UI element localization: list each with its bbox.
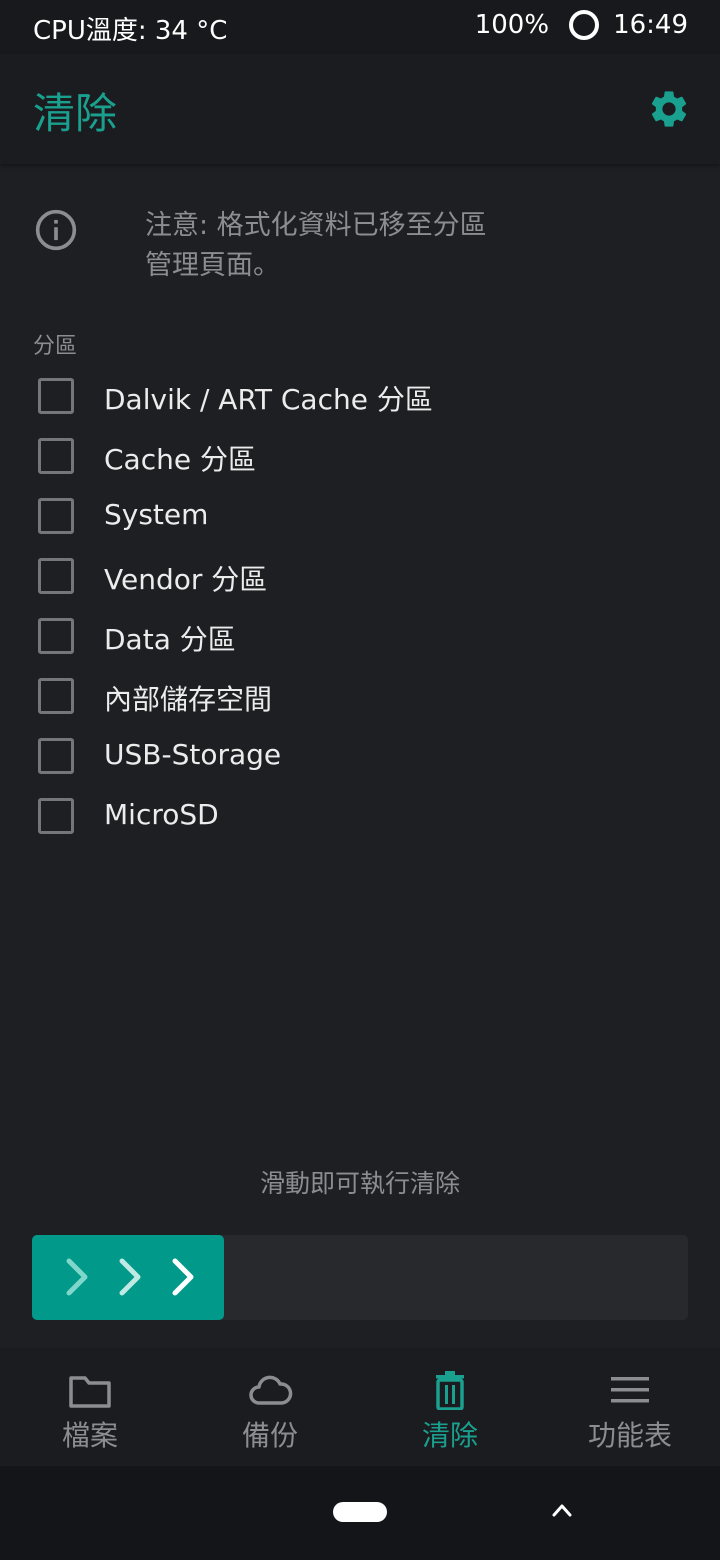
nav-label: 功能表: [587, 1419, 672, 1452]
nav-label: 清除: [421, 1419, 478, 1452]
partition-label: Dalvik / ART Cache 分區: [104, 383, 433, 416]
gear-icon: [651, 91, 687, 127]
status-ring-icon: [569, 10, 600, 40]
partition-item-vendor[interactable]: Vendor 分區: [0, 546, 720, 606]
chevron-right-icon: [119, 1258, 141, 1296]
notice: 注意: 格式化資料已移至分區管理頁面。: [0, 200, 720, 300]
checkbox[interactable]: [38, 558, 74, 594]
checkbox[interactable]: [38, 678, 74, 714]
info-icon: [35, 209, 77, 251]
folder-icon: [69, 1376, 111, 1408]
home-pill[interactable]: [333, 1502, 387, 1522]
nav-item-wipe[interactable]: 清除: [360, 1348, 540, 1466]
partition-item-data[interactable]: Data 分區: [0, 606, 720, 666]
checkbox[interactable]: [38, 738, 74, 774]
partition-list: Dalvik / ART Cache 分區 Cache 分區 System Ve…: [0, 366, 720, 846]
checkbox[interactable]: [38, 498, 74, 534]
partition-label: Vendor 分區: [104, 563, 268, 596]
partition-label: Cache 分區: [104, 443, 256, 476]
system-gesture-bar: [0, 1466, 720, 1560]
section-label: 分區: [33, 334, 78, 359]
swipe-hint: 滑動即可執行清除: [259, 1169, 460, 1198]
partition-item-system[interactable]: System: [0, 486, 720, 546]
nav-item-backup[interactable]: 備份: [180, 1348, 360, 1466]
status-bar: CPU溫度: 34 °C 100% 16:49: [0, 0, 720, 54]
screen: CPU溫度: 34 °C 100% 16:49 清除 注意: 格式化資料已移至分…: [0, 0, 720, 1560]
trash-icon: [436, 1371, 464, 1410]
status-right: 100% 16:49: [475, 10, 688, 40]
partition-label: 內部儲存空間: [104, 683, 273, 716]
bottom-nav: 檔案 備份 清除 功能表: [0, 1348, 720, 1466]
partition-label: Data 分區: [104, 623, 236, 656]
clock: 16:49: [613, 10, 688, 40]
swipe-handle[interactable]: [32, 1235, 224, 1320]
app-bar: 清除: [0, 54, 720, 164]
partition-label: MicroSD: [104, 798, 219, 831]
settings-button[interactable]: [644, 84, 694, 134]
partition-item-dalvik[interactable]: Dalvik / ART Cache 分區: [0, 366, 720, 426]
partition-item-microsd[interactable]: MicroSD: [0, 786, 720, 846]
checkbox[interactable]: [38, 798, 74, 834]
checkbox[interactable]: [38, 378, 74, 414]
partition-label: USB-Storage: [104, 738, 282, 771]
partition-item-internal-storage[interactable]: 內部儲存空間: [0, 666, 720, 726]
checkbox[interactable]: [38, 618, 74, 654]
cloud-icon: [249, 1375, 293, 1405]
chevron-up-icon[interactable]: [550, 1500, 574, 1520]
nav-item-files[interactable]: 檔案: [0, 1348, 180, 1466]
checkbox[interactable]: [38, 438, 74, 474]
partition-item-cache[interactable]: Cache 分區: [0, 426, 720, 486]
page-title: 清除: [33, 89, 118, 138]
nav-label: 備份: [241, 1419, 298, 1452]
partition-label: System: [104, 498, 209, 531]
cpu-temperature: CPU溫度: 34 °C: [33, 16, 228, 46]
battery-level: 100%: [474, 10, 550, 40]
chevron-right-icon: [66, 1258, 88, 1296]
chevron-right-icon: [172, 1258, 194, 1296]
nav-label: 檔案: [61, 1419, 118, 1452]
menu-icon: [611, 1377, 649, 1403]
nav-item-menu[interactable]: 功能表: [540, 1348, 720, 1466]
partition-item-usb-storage[interactable]: USB-Storage: [0, 726, 720, 786]
notice-text: 注意: 格式化資料已移至分區管理頁面。: [145, 210, 487, 281]
swipe-track[interactable]: [32, 1235, 688, 1320]
